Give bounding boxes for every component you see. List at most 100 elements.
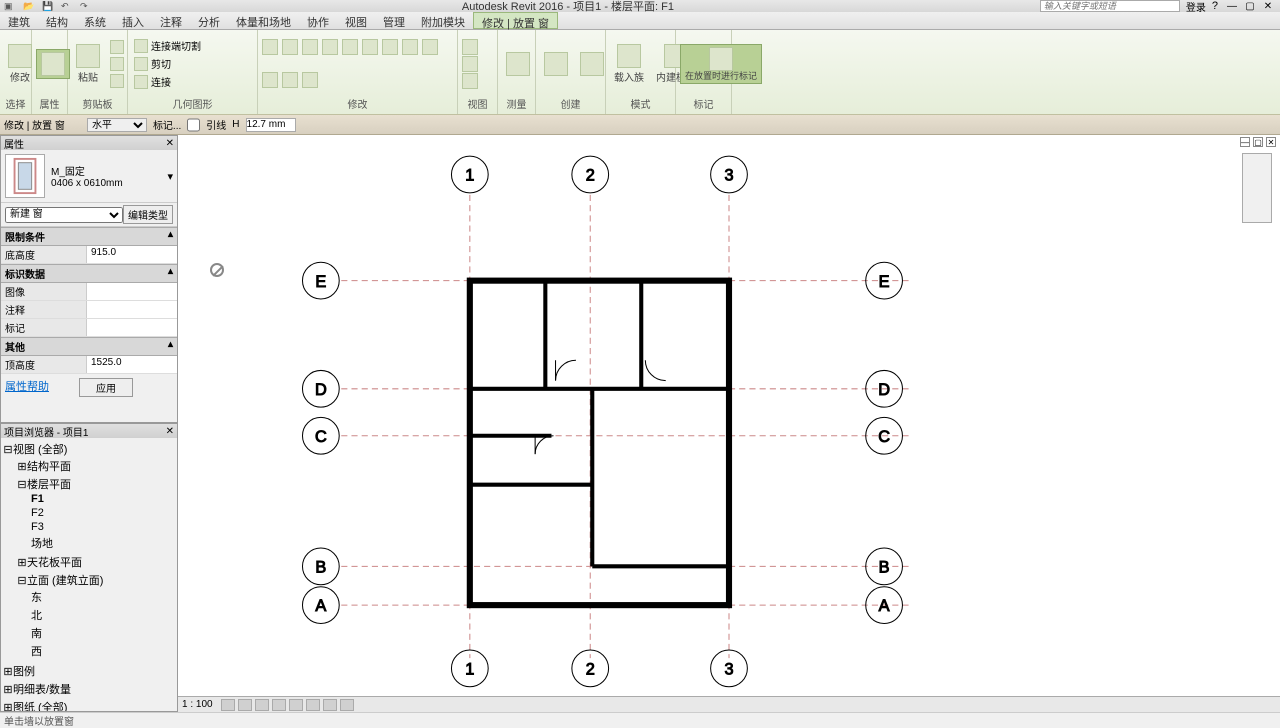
- tab-annotate[interactable]: 注释: [152, 12, 190, 29]
- help-search[interactable]: [1040, 0, 1180, 12]
- tree-east[interactable]: 东: [31, 592, 42, 604]
- tree-west[interactable]: 西: [31, 646, 42, 658]
- prop-head-height-value[interactable]: 1525.0: [87, 356, 177, 373]
- properties-help-link[interactable]: 属性帮助: [5, 378, 49, 397]
- ribbon-tabs: 建筑 结构 系统 插入 注释 分析 体量和场地 协作 视图 管理 附加模块 修改…: [0, 12, 1280, 30]
- redo-icon[interactable]: ↷: [80, 1, 96, 11]
- type-dropdown-icon[interactable]: ▾: [167, 170, 173, 183]
- view-tool-1[interactable]: [462, 39, 478, 55]
- cat-other[interactable]: 其他▴: [1, 337, 177, 356]
- load-family-button[interactable]: 载入族: [610, 42, 648, 86]
- view-tool-2[interactable]: [462, 56, 478, 72]
- crop-region-icon[interactable]: [306, 699, 320, 711]
- visual-style-icon[interactable]: [238, 699, 252, 711]
- join-end-cut-button[interactable]: 连接端切割: [132, 37, 253, 54]
- tree-site[interactable]: 场地: [31, 538, 53, 550]
- properties-title: 属性: [4, 136, 24, 151]
- tab-manage[interactable]: 管理: [375, 12, 413, 29]
- trim-tool[interactable]: [342, 39, 358, 55]
- offset-tool[interactable]: [382, 39, 398, 55]
- apply-button[interactable]: 应用: [79, 378, 133, 397]
- edit-type-button[interactable]: 编辑类型: [123, 205, 173, 224]
- tab-systems[interactable]: 系统: [76, 12, 114, 29]
- mirror-tool[interactable]: [322, 39, 338, 55]
- tag-label[interactable]: 标记...: [153, 117, 181, 132]
- undo-icon[interactable]: ↶: [61, 1, 77, 11]
- open-icon[interactable]: 📂: [23, 1, 39, 11]
- app-icon[interactable]: ▣: [4, 1, 20, 11]
- copy-tool[interactable]: [282, 39, 298, 55]
- prop-image-value[interactable]: [87, 283, 177, 300]
- measure-button[interactable]: [502, 50, 534, 78]
- save-icon[interactable]: 💾: [42, 1, 58, 11]
- tree-f3[interactable]: F3: [31, 521, 44, 533]
- prop-comments-value[interactable]: [87, 301, 177, 318]
- crop-view-icon[interactable]: [289, 699, 303, 711]
- detail-level-icon[interactable]: [221, 699, 235, 711]
- rotate-tool[interactable]: [302, 39, 318, 55]
- view-tool-3[interactable]: [462, 73, 478, 89]
- tab-analyze[interactable]: 分析: [190, 12, 228, 29]
- close-icon[interactable]: ✕: [1260, 1, 1276, 11]
- cut-geometry-button[interactable]: 剪切: [132, 55, 253, 72]
- match-button[interactable]: [108, 73, 126, 89]
- tree-ceiling-plan[interactable]: 天花板平面: [27, 557, 82, 569]
- tab-collab[interactable]: 协作: [299, 12, 337, 29]
- properties-close-icon[interactable]: ✕: [166, 138, 174, 149]
- minimize-icon[interactable]: —: [1224, 1, 1240, 11]
- cat-constraints[interactable]: 限制条件▴: [1, 227, 177, 246]
- tab-modify-place-window[interactable]: 修改 | 放置 窗: [473, 12, 558, 29]
- leader-distance-input[interactable]: [246, 118, 296, 132]
- paste-button[interactable]: 粘贴: [72, 42, 104, 86]
- tree-elevations[interactable]: 立面 (建筑立面): [27, 575, 103, 587]
- browser-title: 项目浏览器 - 项目1: [4, 424, 88, 439]
- shadows-icon[interactable]: [272, 699, 286, 711]
- tag-on-placement-button[interactable]: 在放置时进行标记: [680, 44, 762, 84]
- tree-schedules[interactable]: 明细表/数量: [13, 684, 71, 696]
- tab-struct[interactable]: 结构: [38, 12, 76, 29]
- join-geometry-button[interactable]: 连接: [132, 73, 253, 90]
- browser-close-icon[interactable]: ✕: [166, 426, 174, 437]
- temp-hide-icon[interactable]: [323, 699, 337, 711]
- help-icon[interactable]: ?: [1212, 0, 1218, 12]
- tree-struct-plan[interactable]: 结构平面: [27, 461, 71, 473]
- maximize-icon[interactable]: ▢: [1242, 1, 1258, 11]
- move-tool[interactable]: [262, 39, 278, 55]
- tab-view[interactable]: 视图: [337, 12, 375, 29]
- leader-checkbox[interactable]: [187, 118, 200, 132]
- cat-identity[interactable]: 标识数据▴: [1, 264, 177, 283]
- prop-mark-value[interactable]: [87, 319, 177, 336]
- pin-tool[interactable]: [282, 72, 298, 88]
- tab-massing[interactable]: 体量和场地: [228, 12, 299, 29]
- tree-views[interactable]: 视图 (全部): [13, 444, 67, 456]
- cut-button[interactable]: [108, 39, 126, 55]
- tab-addins[interactable]: 附加模块: [413, 12, 473, 29]
- tab-insert[interactable]: 插入: [114, 12, 152, 29]
- sun-path-icon[interactable]: [255, 699, 269, 711]
- type-thumbnail[interactable]: [5, 154, 45, 198]
- align-tool[interactable]: [362, 39, 378, 55]
- copy-button[interactable]: [108, 56, 126, 72]
- scale-tool[interactable]: [262, 72, 278, 88]
- scale-value[interactable]: 1 : 100: [182, 699, 213, 710]
- tab-arch[interactable]: 建筑: [0, 12, 38, 29]
- tree-south[interactable]: 南: [31, 628, 42, 640]
- reveal-hidden-icon[interactable]: [340, 699, 354, 711]
- split-tool[interactable]: [402, 39, 418, 55]
- create-button-2[interactable]: [576, 50, 608, 78]
- tree-north[interactable]: 北: [31, 610, 42, 622]
- delete-tool[interactable]: [302, 72, 318, 88]
- sign-in-label[interactable]: 登录: [1186, 0, 1206, 14]
- tree-f2[interactable]: F2: [31, 507, 44, 519]
- selection-filter[interactable]: 新建 窗: [5, 207, 123, 223]
- tree-legends[interactable]: 图例: [13, 666, 35, 678]
- tree-floor-plan[interactable]: 楼层平面: [27, 479, 71, 491]
- drawing-canvas[interactable]: — ▢ ✕ 1 2 3: [178, 135, 1280, 712]
- tree-f1[interactable]: F1: [31, 493, 44, 505]
- tree-sheets[interactable]: 图纸 (全部): [13, 702, 67, 712]
- prop-sill-height-value[interactable]: 915.0: [87, 246, 177, 263]
- properties-button[interactable]: [36, 49, 70, 79]
- orientation-select[interactable]: 水平: [87, 118, 147, 132]
- array-tool[interactable]: [422, 39, 438, 55]
- create-button[interactable]: [540, 50, 572, 78]
